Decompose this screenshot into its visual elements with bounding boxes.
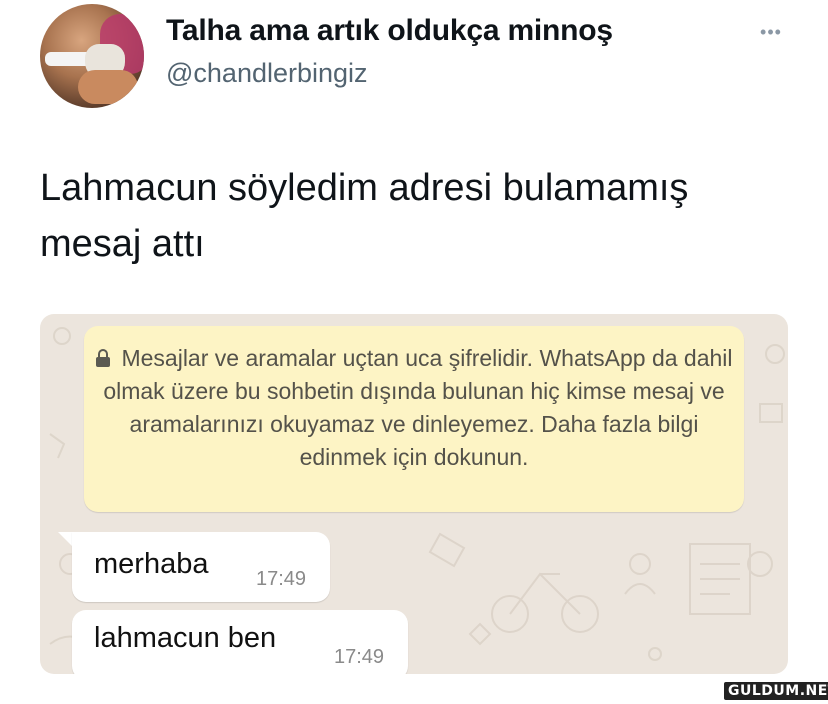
message-bubble[interactable]: merhaba 17:49 bbox=[72, 532, 330, 602]
whatsapp-chat-screenshot: Mesajlar ve aramalar uçtan uca şifrelidi… bbox=[40, 314, 788, 674]
tweet-text: Lahmacun söyledim adresi bulamamış mesaj… bbox=[40, 167, 689, 265]
ellipsis-icon[interactable]: ••• bbox=[754, 20, 788, 44]
message-time: 17:49 bbox=[256, 568, 307, 590]
encryption-notice[interactable]: Mesajlar ve aramalar uçtan uca şifrelidi… bbox=[84, 326, 744, 512]
message-bubble[interactable]: lahmacun ben 17:49 bbox=[72, 610, 408, 674]
message-time: 17:49 bbox=[334, 646, 385, 668]
avatar-hand bbox=[78, 70, 138, 104]
encryption-notice-text: Mesajlar ve aramalar uçtan uca şifrelidi… bbox=[103, 345, 733, 470]
message-text: lahmacun ben bbox=[94, 622, 277, 654]
display-name[interactable]: Talha ama artık oldukça minnoş bbox=[166, 14, 613, 48]
lock-icon bbox=[96, 349, 111, 367]
site-watermark: GULDUM.NET bbox=[724, 682, 828, 700]
user-handle[interactable]: @chandlerbingiz bbox=[166, 58, 368, 89]
message-text: merhaba bbox=[94, 548, 209, 580]
profile-avatar[interactable] bbox=[40, 4, 144, 108]
